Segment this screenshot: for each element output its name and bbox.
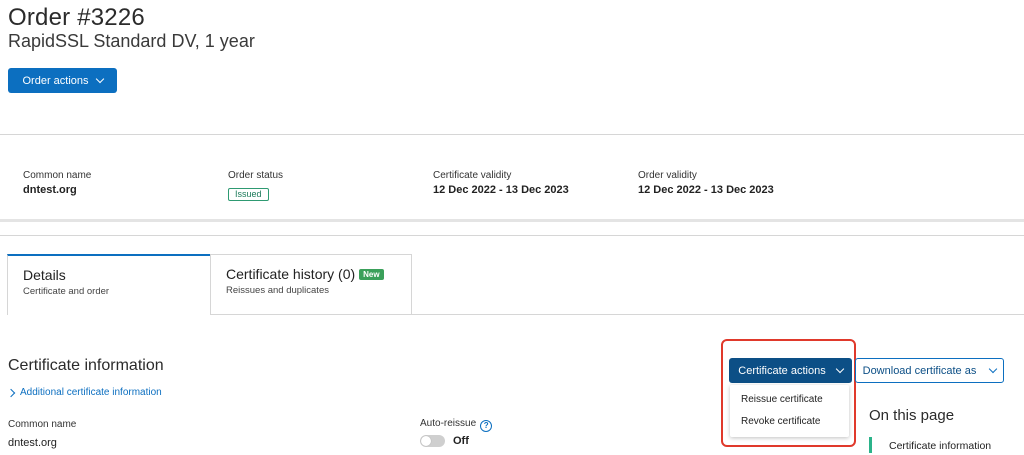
summary-label: Common name — [23, 170, 92, 181]
order-actions-button[interactable]: Order actions — [8, 68, 117, 93]
help-icon[interactable]: ? — [480, 419, 493, 432]
summary-common-name: Common name dntest.org — [23, 170, 91, 196]
tab-subtitle: Reissues and duplicates — [226, 285, 329, 296]
certificate-actions-menu: Reissue certificate Revoke certificate — [730, 385, 849, 437]
summary-certificate-validity: Certificate validity 12 Dec 2022 - 13 De… — [433, 170, 569, 196]
order-actions-label: Order actions — [22, 74, 89, 87]
common-name-label: Common name — [8, 419, 77, 430]
menu-item-revoke-certificate[interactable]: Revoke certificate — [741, 416, 820, 427]
status-badge: Issued — [228, 188, 269, 201]
tab-subtitle: Certificate and order — [23, 286, 110, 297]
page-title: Order #3226 — [8, 4, 145, 31]
divider — [0, 235, 1024, 236]
toggle-knob — [421, 436, 431, 446]
summary-value: dntest.org — [23, 184, 77, 196]
section-title: Certificate information — [8, 357, 164, 374]
auto-reissue-toggle[interactable] — [420, 435, 445, 447]
certificate-actions-label: Certificate actions — [738, 364, 826, 377]
active-indicator — [869, 437, 872, 453]
on-this-page-item[interactable]: Certificate information — [889, 440, 991, 452]
divider — [0, 134, 1024, 135]
tab-title-text: Certificate history (0) — [226, 266, 356, 282]
tab-certificate-history[interactable]: Certificate history (0) New Reissues and … — [210, 254, 412, 315]
tab-divider — [210, 314, 1024, 315]
summary-label: Order status — [228, 170, 284, 181]
chevron-down-icon — [989, 364, 998, 374]
order-summary: Common name dntest.org Order status Issu… — [0, 150, 1024, 220]
summary-order-validity: Order validity 12 Dec 2022 - 13 Dec 2023 — [638, 170, 774, 196]
summary-label: Order validity — [638, 170, 697, 181]
tab-title: Certificate history (0) New — [226, 266, 384, 282]
chevron-right-icon — [6, 388, 16, 397]
tab-details[interactable]: Details Certificate and order — [7, 254, 211, 315]
new-badge: New — [359, 269, 384, 280]
additional-info-label: Additional certificate information — [20, 387, 162, 398]
download-certificate-label: Download certificate as — [862, 364, 977, 377]
page-subtitle: RapidSSL Standard DV, 1 year — [8, 31, 255, 51]
summary-value: 12 Dec 2022 - 13 Dec 2023 — [433, 184, 569, 196]
auto-reissue-text: Auto-reissue — [420, 418, 477, 429]
certificate-actions-button[interactable]: Certificate actions — [729, 358, 852, 383]
download-certificate-button[interactable]: Download certificate as — [855, 358, 1004, 383]
divider — [0, 219, 1024, 222]
summary-value: 12 Dec 2022 - 13 Dec 2023 — [638, 184, 774, 196]
chevron-down-icon — [835, 364, 844, 374]
common-name-value: dntest.org — [8, 437, 57, 449]
auto-reissue-label: Auto-reissue? — [420, 418, 493, 432]
chevron-down-icon — [95, 74, 104, 84]
summary-order-status: Order status Issued — [228, 170, 283, 202]
menu-item-reissue-certificate[interactable]: Reissue certificate — [741, 394, 823, 405]
on-this-page-title: On this page — [869, 407, 955, 424]
tab-title: Details — [23, 267, 66, 283]
additional-info-link[interactable]: Additional certificate information — [6, 387, 162, 398]
summary-label: Certificate validity — [433, 170, 512, 181]
auto-reissue-value: Off — [453, 435, 469, 447]
